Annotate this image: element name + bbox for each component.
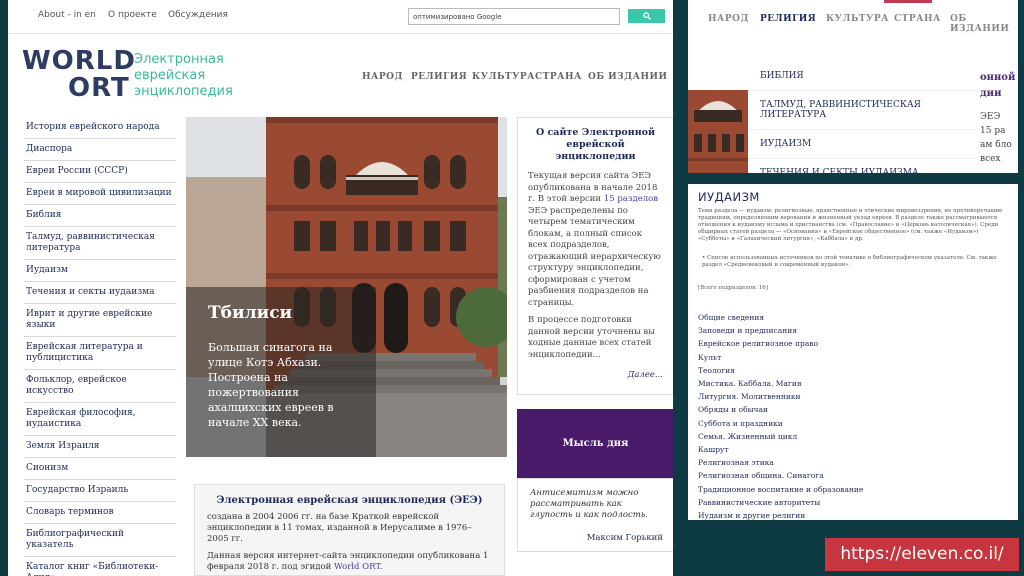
sidebar-item[interactable]: Государство Израиль	[24, 480, 176, 502]
subsection-link[interactable]: Семья. Жизненный цикл	[698, 430, 998, 443]
subsection-link[interactable]: Раввинистические авторитеты	[698, 496, 998, 509]
edge-text: 15 ра	[980, 126, 1006, 136]
quote-author[interactable]: Максим Горький	[587, 533, 663, 543]
edge-text: ЭЕЭ	[980, 112, 1001, 122]
about-body: Текущая версия сайта ЭЕЭ опубликована в …	[528, 171, 663, 361]
about-text: ЭЕЭ распределены по четырем тематическим…	[528, 205, 661, 308]
top-bar: About - in en О проекте Обсуждения оптим…	[8, 0, 673, 34]
sidebar-item[interactable]: Еврейская литература и публицистика	[24, 337, 176, 370]
dropdown-item-judaism[interactable]: ИУДАИЗМ	[748, 130, 978, 159]
quote-heading: Мысль дня	[517, 409, 673, 478]
about-text: В процессе подготовки данной версии уточ…	[528, 315, 655, 360]
search-button[interactable]	[628, 9, 665, 23]
sidebar-item[interactable]: Еврейская философия, иудаистика	[24, 403, 176, 436]
search-input[interactable]: оптимизировано Google	[408, 8, 620, 25]
nav-religion[interactable]: РЕЛИГИЯ	[760, 14, 816, 24]
accent-bar	[884, 0, 932, 3]
sidebar-item[interactable]: Библия	[24, 205, 176, 227]
subsection-link[interactable]: Иудаизм и другие религии	[698, 509, 998, 520]
toplink-project[interactable]: О проекте	[108, 10, 157, 20]
section-note-text: Список использованных источников по этой…	[702, 255, 997, 268]
logo-ort[interactable]: ORT	[68, 74, 130, 102]
url-badge: https://eleven.co.il/	[825, 538, 1019, 571]
sidebar-item[interactable]: Словарь терминов	[24, 502, 176, 524]
nav-country[interactable]: СТРАНА	[894, 14, 941, 24]
nav-narod[interactable]: НАРОД	[708, 14, 749, 24]
sidebar-item[interactable]: Диаспора	[24, 139, 176, 161]
subsection-link[interactable]: Культ	[698, 351, 998, 364]
hero-image[interactable]: Тбилиси Большая синагога на улице Котэ А…	[186, 117, 507, 457]
more-link[interactable]: Далее...	[627, 370, 663, 380]
sections-link[interactable]: 15 разделов	[604, 194, 658, 204]
about-title[interactable]: О сайте Электронной еврейской энциклопед…	[526, 127, 665, 163]
sidebar-item[interactable]: Земля Израиля	[24, 436, 176, 458]
subsection-count: [Всего подразделов: 16]	[698, 285, 768, 291]
toplink-about[interactable]: About - in en	[38, 10, 96, 20]
nav-about-edition[interactable]: ОБ ИЗДАНИИ	[588, 72, 668, 82]
section-intro: Тема раздела — иудаизм: религиозные, нра…	[698, 208, 1003, 242]
subsection-link[interactable]: Кашрут	[698, 443, 998, 456]
subsection-link[interactable]: Религиозная этика	[698, 456, 998, 469]
edge-text: дии	[980, 88, 1002, 99]
religion-menu-panel: НАРОД РЕЛИГИЯ КУЛЬТУРА СТРАНА ОБ ИЗДАНИИ…	[688, 0, 1018, 173]
edge-text: всех	[980, 154, 1001, 164]
subsection-link[interactable]: Суббота и праздники	[698, 417, 998, 430]
section-title: ИУДАИЗМ	[698, 190, 760, 204]
subsection-link[interactable]: Заповеди и предписания	[698, 324, 998, 337]
nav-culture[interactable]: КУЛЬТУРА	[826, 14, 889, 24]
about-box: О сайте Электронной еврейской энциклопед…	[517, 117, 673, 395]
search-icon	[643, 12, 651, 20]
encyclopedia-text: создана в 2004 2006 гг. на базе Краткой …	[207, 512, 472, 544]
sidebar-item[interactable]: Иврит и другие еврейские языки	[24, 304, 176, 337]
synagogue-photo-thumb	[688, 90, 748, 173]
edge-text: онной	[980, 72, 1016, 83]
sidebar-item[interactable]: Библиографический указатель	[24, 524, 176, 557]
dropdown-item-talmud[interactable]: ТАЛМУД, РАВВИНИСТИЧЕСКАЯ ЛИТЕРАТУРА	[748, 91, 978, 130]
subsection-link[interactable]: Общие сведения	[698, 311, 998, 324]
world-ort-link[interactable]: World ORT	[334, 562, 380, 572]
sidebar-item[interactable]: Евреи в мировой цивилизации	[24, 183, 176, 205]
dropdown-item-bible[interactable]: БИБЛИЯ	[748, 62, 978, 91]
subsection-link[interactable]: Литургия. Молитвенники	[698, 390, 998, 403]
sidebar-item[interactable]: Евреи России (СССР)	[24, 161, 176, 183]
sidebar-item[interactable]: История еврейского народа	[24, 117, 176, 139]
nav-religion[interactable]: РЕЛИГИЯ	[411, 72, 467, 82]
toplink-discussions[interactable]: Обсуждения	[168, 10, 228, 20]
subsection-link[interactable]: Теология	[698, 364, 998, 377]
subsection-link[interactable]: Традиционное воспитание и образование	[698, 483, 998, 496]
hero-description: Большая синагога на улице Котэ Абхази. П…	[208, 341, 334, 429]
sidebar-item[interactable]: Течения и секты иудаизма	[24, 282, 176, 304]
judaism-section-panel: ИУДАИЗМ Тема раздела — иудаизм: религиоз…	[688, 184, 1018, 520]
quote-box: Антисемитизм можно рассматривать как глу…	[517, 478, 673, 552]
hero-title[interactable]: Тбилиси	[208, 303, 292, 323]
subsection-link[interactable]: Обряды и обычаи	[698, 403, 998, 416]
encyclopedia-text: .	[379, 562, 383, 572]
subsection-list: Общие сведения Заповеди и предписания Ев…	[698, 311, 998, 520]
subsection-link[interactable]: Мистика. Каббала. Магия	[698, 377, 998, 390]
background-page-edge: онной дии ЭЕЭ 15 ра ам бло всех	[978, 62, 1018, 173]
nav-narod[interactable]: НАРОД	[362, 72, 403, 82]
encyclopedia-box: Электронная еврейская энциклопедия (ЭЕЭ)…	[194, 484, 505, 576]
encyclopedia-title: Электронная еврейская энциклопедия (ЭЕЭ)	[216, 495, 483, 506]
logo-tagline[interactable]: Электронная еврейская энциклопедия	[134, 52, 244, 100]
nav-country[interactable]: СТРАНА	[535, 72, 582, 82]
nav-culture[interactable]: КУЛЬТУРА	[472, 72, 535, 82]
main-page-panel: About - in en О проекте Обсуждения оптим…	[8, 0, 673, 576]
edge-text: ам бло	[980, 140, 1012, 150]
nav-about-edition[interactable]: ОБ ИЗДАНИИ	[950, 14, 1018, 34]
section-note: • Список использованных источников по эт…	[702, 255, 997, 268]
sidebar-item[interactable]: Сионизм	[24, 458, 176, 480]
sidebar-item[interactable]: Иудаизм	[24, 260, 176, 282]
dropdown-item-movements[interactable]: ТЕЧЕНИЯ И СЕКТЫ ИУДАИЗМА	[748, 159, 978, 173]
sidebar: История еврейского народа Диаспора Евреи…	[24, 117, 176, 576]
sidebar-item[interactable]: Каталог книг «Библиотеки-Алия»	[24, 557, 176, 576]
subsection-link[interactable]: Религиозная община. Синагога	[698, 469, 998, 482]
subsection-link[interactable]: Еврейское религиозное право	[698, 337, 998, 350]
sidebar-item[interactable]: Фольклор, еврейское искусство	[24, 370, 176, 403]
religion-dropdown: БИБЛИЯ ТАЛМУД, РАВВИНИСТИЧЕСКАЯ ЛИТЕРАТУ…	[748, 62, 978, 173]
sidebar-item[interactable]: Талмуд, раввинистическая литература	[24, 227, 176, 260]
quote-text: Антисемитизм можно рассматривать как глу…	[530, 488, 649, 520]
logo-world[interactable]: WORLD	[22, 47, 136, 75]
